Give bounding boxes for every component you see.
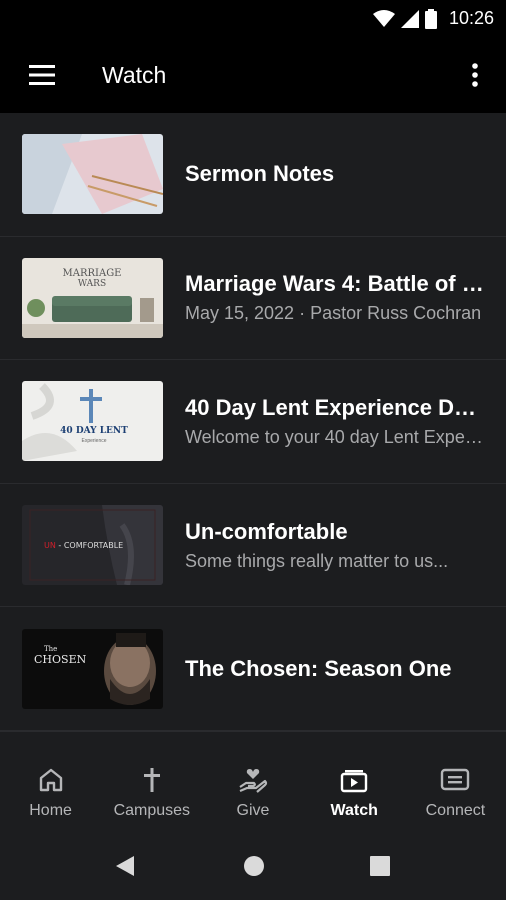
back-button[interactable] [115,855,135,882]
signal-icon [400,9,419,28]
list-item-lent-experience[interactable]: 40 DAY LENT Experience 40 Day Lent Exper… [0,360,506,484]
item-title: Sermon Notes [185,161,335,187]
item-title: The Chosen: Season One [185,655,452,681]
nav-label-watch: Watch [330,802,378,819]
nav-tab-campuses[interactable]: Campuses [101,732,202,831]
thumbnail-sermon-notes [22,134,163,215]
recents-button[interactable] [370,855,390,882]
nav-label-home: Home [29,802,72,819]
home-circle-icon [244,856,264,876]
page-title: Watch [102,61,167,88]
menu-button[interactable] [22,55,62,95]
nav-label-connect: Connect [425,802,486,819]
app-bar: Watch [0,37,506,113]
nav-tab-give[interactable]: Give [202,732,303,831]
list-item-sermon-notes[interactable]: Sermon Notes [0,113,506,237]
cross-icon [143,768,160,792]
status-bar: 10:26 [0,0,506,37]
watch-video-icon [341,770,368,793]
list-item-uncomfortable[interactable]: UN - COMFORTABLE Un-comfortable Some thi… [0,484,506,608]
nav-label-give: Give [236,802,270,819]
thumb-text-chosen-the: The [44,645,57,653]
battery-icon [424,8,437,29]
thumbnail-uncomfortable: UN - COMFORTABLE [22,505,163,586]
thumb-text-un: UN [44,541,56,550]
item-subtitle: Welcome to your 40 day Lent Experience [185,426,486,447]
thumb-text-comfortable: - COMFORTABLE [56,541,123,550]
thumb-text-marriage: MARRIAGE [63,268,122,279]
nav-label-campuses: Campuses [113,802,191,819]
home-button[interactable] [243,855,265,882]
item-subtitle: Some things really matter to us... [185,550,449,571]
overflow-menu-button[interactable] [455,55,495,95]
svg-text:UN - COMFORTABLE: UN - COMFORTABLE [44,541,123,550]
item-title: 40 Day Lent Experience Devotional [185,394,486,420]
system-nav-bar [0,831,506,900]
thumb-text-lent-sub: Experience [81,438,106,444]
give-hand-icon [239,769,268,793]
item-title: Marriage Wars 4: Battle of the Blend [185,271,486,297]
thumb-text-wars: WARS [78,279,106,289]
connect-message-icon [441,768,470,791]
home-icon [39,768,62,792]
list-item-the-chosen[interactable]: The CHOSEN The Chosen: Season One [0,607,506,731]
watch-list: Sermon Notes MARRIAGE WARS Marriage Wars… [0,113,506,731]
thumbnail-marriage-wars: MARRIAGE WARS [22,257,163,338]
back-triangle-icon [116,856,134,876]
wifi-icon [372,9,395,28]
thumb-text-lent: 40 DAY LENT [60,426,128,436]
hamburger-menu-icon [29,65,55,85]
item-title: Un-comfortable [185,518,348,544]
bottom-nav: Home Campuses Give Watch Connect [0,731,506,831]
list-item-marriage-wars[interactable]: MARRIAGE WARS Marriage Wars 4: Battle of… [0,237,506,361]
thumbnail-lent: 40 DAY LENT Experience [22,381,163,462]
more-vertical-icon [472,63,478,87]
nav-tab-connect[interactable]: Connect [405,732,506,831]
item-subtitle: May 15, 2022 · Pastor Russ Cochran [185,303,482,324]
thumb-text-chosen: CHOSEN [34,653,87,666]
status-time: 10:26 [448,8,494,28]
nav-tab-home[interactable]: Home [0,732,101,831]
recents-square-icon [370,856,390,876]
thumbnail-the-chosen: The CHOSEN [22,628,163,709]
nav-tab-watch[interactable]: Watch [304,732,405,831]
